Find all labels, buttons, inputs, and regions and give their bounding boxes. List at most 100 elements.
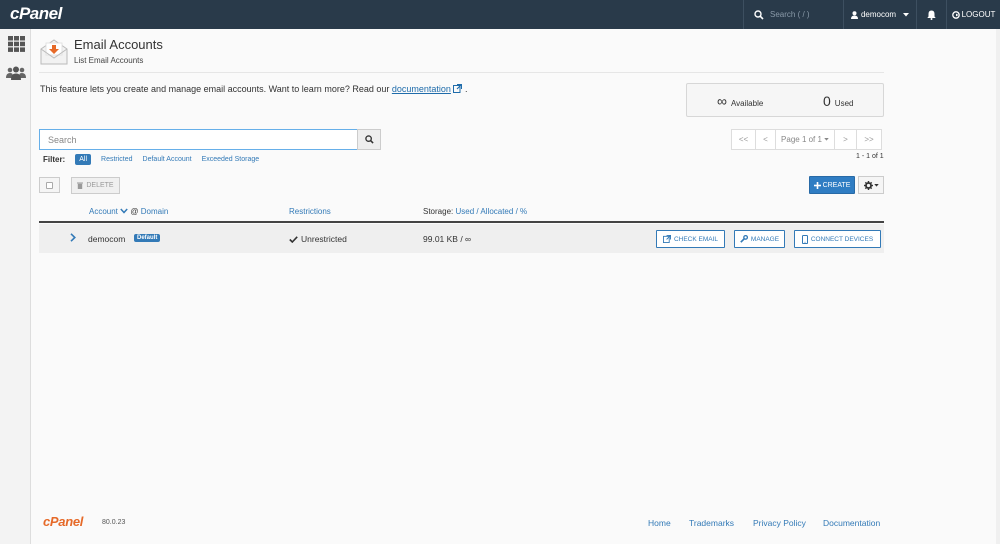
trash-icon	[77, 182, 84, 189]
column-domain[interactable]: Domain	[141, 207, 169, 216]
account-search-input[interactable]: Search	[39, 129, 358, 150]
documentation-link[interactable]: documentation	[392, 84, 451, 94]
page-next-button[interactable]: >	[834, 129, 857, 150]
global-search[interactable]: Search ( / )	[743, 0, 843, 29]
filter-bar: Filter: All Restricted Default Account E…	[43, 154, 259, 165]
settings-dropdown-button[interactable]	[858, 176, 884, 194]
logout-icon	[951, 10, 960, 19]
pagination: << < Page 1 of 1 > >>	[731, 129, 882, 150]
column-account-domain[interactable]: Account @ Domain	[89, 207, 168, 216]
column-account[interactable]: Account	[89, 207, 118, 216]
header-divider	[39, 72, 884, 73]
filter-default-account[interactable]: Default Account	[143, 156, 192, 163]
filter-all[interactable]: All	[75, 154, 92, 165]
footer-cpanel-logo[interactable]: cPanel	[43, 514, 83, 529]
footer-link-home[interactable]: Home	[648, 518, 671, 528]
filter-label: Filter:	[43, 155, 66, 164]
manage-button[interactable]: MANAGE	[734, 230, 785, 248]
account-search-button[interactable]	[357, 129, 381, 150]
check-email-button[interactable]: CHECK EMAIL	[656, 230, 725, 248]
footer-link-privacy-policy[interactable]: Privacy Policy	[753, 518, 806, 528]
rail-home-button[interactable]	[6, 34, 26, 54]
user-menu[interactable]: democom	[843, 0, 916, 29]
stat-available: ∞ Available	[717, 93, 763, 109]
user-icon	[850, 10, 858, 19]
caret-down-icon	[824, 138, 829, 141]
notifications-button[interactable]	[916, 0, 946, 29]
delete-button[interactable]: DELETE	[71, 177, 120, 194]
grid-icon	[7, 36, 25, 52]
column-sep-1: /	[476, 207, 479, 216]
search-icon	[754, 9, 764, 20]
search-icon	[364, 135, 374, 144]
users-icon	[6, 66, 26, 80]
page-prev-button[interactable]: <	[755, 129, 776, 150]
left-rail	[0, 29, 31, 544]
page-select-label: Page 1 of 1	[781, 135, 822, 144]
restriction-status: Unrestricted	[289, 234, 347, 244]
gear-icon	[863, 180, 873, 190]
caret-down-icon	[873, 183, 879, 187]
select-all-checkbox[interactable]	[39, 177, 60, 193]
rail-users-button[interactable]	[6, 63, 26, 83]
column-storage-prefix: Storage:	[423, 207, 454, 216]
column-at-symbol: @	[130, 207, 139, 216]
page-title: Email Accounts	[74, 37, 163, 52]
page-breadcrumb: List Email Accounts	[74, 56, 144, 65]
filter-restricted[interactable]: Restricted	[101, 156, 133, 163]
logout-label: LOGOUT	[961, 10, 996, 19]
account-search-placeholder: Search	[48, 134, 77, 145]
checkmark-icon	[289, 235, 298, 243]
connect-devices-label: CONNECT DEVICES	[810, 235, 874, 243]
column-allocated[interactable]: Allocated	[480, 207, 513, 216]
stat-used: 0 Used	[823, 93, 853, 109]
filter-exceeded-storage[interactable]: Exceeded Storage	[202, 156, 260, 163]
manage-label: MANAGE	[750, 235, 780, 243]
account-name: democom	[88, 234, 126, 244]
caret-down-icon	[903, 12, 910, 16]
logout-button[interactable]: LOGOUT	[946, 0, 1000, 29]
bell-icon	[927, 10, 936, 20]
column-restrictions[interactable]: Restrictions	[289, 207, 331, 216]
used-label: Used	[834, 99, 854, 108]
page-scrollbar[interactable]	[996, 29, 1000, 544]
restriction-label: Unrestricted	[301, 234, 347, 244]
create-button[interactable]: CREATE	[809, 176, 855, 194]
stats-panel: ∞ Available 0 Used	[686, 83, 884, 117]
wrench-icon	[740, 235, 748, 243]
intro-body: This feature lets you create and manage …	[40, 84, 392, 94]
column-storage: Storage: Used / Allocated / %	[423, 207, 527, 216]
connect-devices-button[interactable]: CONNECT DEVICES	[794, 230, 881, 248]
page-last-button[interactable]: >>	[856, 129, 882, 150]
storage-value: 99.01 KB / ∞	[423, 234, 472, 244]
checkbox-box	[46, 181, 53, 189]
footer-link-documentation[interactable]: Documentation	[823, 518, 880, 528]
external-link-icon	[453, 84, 463, 93]
plus-icon	[813, 181, 821, 189]
create-label: CREATE	[822, 181, 851, 189]
column-percent[interactable]: %	[520, 207, 527, 216]
chevron-right-icon[interactable]	[70, 233, 76, 242]
default-badge: Default	[134, 234, 161, 242]
table-row: democom Default Unrestricted 99.01 KB / …	[39, 224, 884, 253]
results-count: 1 - 1 of 1	[856, 153, 884, 160]
global-search-placeholder: Search ( / )	[770, 10, 810, 19]
column-used[interactable]: Used	[455, 207, 474, 216]
available-value: ∞	[717, 93, 727, 109]
check-email-label: CHECK EMAIL	[673, 235, 719, 243]
page-first-button[interactable]: <<	[731, 129, 756, 150]
mobile-device-icon	[801, 234, 808, 244]
available-label: Available	[730, 99, 764, 108]
footer-link-trademarks[interactable]: Trademarks	[689, 518, 734, 528]
page-select[interactable]: Page 1 of 1	[775, 129, 835, 150]
column-sep-2: /	[515, 207, 518, 216]
used-value: 0	[823, 93, 831, 109]
chevron-down-icon	[120, 208, 128, 214]
external-link-icon	[662, 235, 671, 243]
intro-suffix: .	[464, 84, 468, 94]
intro-text: This feature lets you create and manage …	[40, 84, 467, 94]
cpanel-logo[interactable]: cPanel	[10, 4, 62, 24]
table-header-divider	[39, 221, 884, 223]
footer-version: 80.0.23	[102, 519, 126, 526]
email-accounts-icon	[39, 37, 69, 65]
